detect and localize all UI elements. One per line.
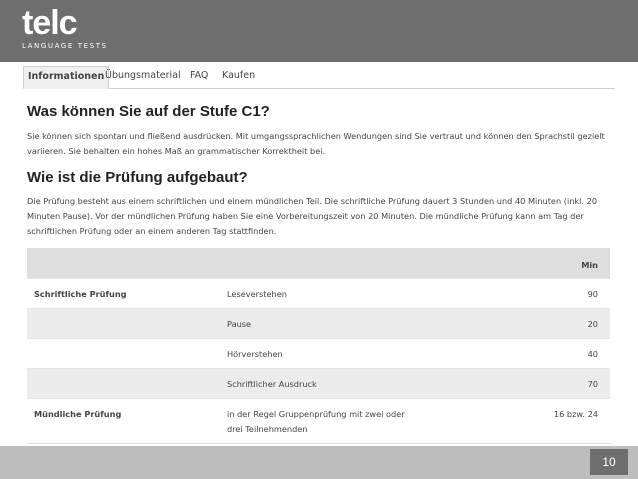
table-row: Schriftlicher Ausdruck 70 bbox=[27, 368, 610, 398]
tab-uebungsmaterial[interactable]: Übungsmaterial bbox=[105, 66, 181, 86]
duration-value: 70 bbox=[587, 379, 598, 389]
table-row: Pause 20 bbox=[27, 308, 610, 338]
component-label: in der Regel Gruppenprüfung mit zwei ode… bbox=[227, 409, 405, 434]
tab-kaufen[interactable]: Kaufen bbox=[222, 66, 255, 86]
table-row: Schriftliche Prüfung Leseverstehen 90 bbox=[27, 278, 610, 308]
tab-faq[interactable]: FAQ bbox=[190, 66, 208, 86]
component-label: Hörverstehen bbox=[227, 349, 283, 359]
component-label: Pause bbox=[227, 319, 252, 329]
duration-value: 40 bbox=[587, 349, 598, 359]
exam-part-label: Schriftliche Prüfung bbox=[34, 289, 127, 299]
section-text-level: Sie können sich spontan und fließend aus… bbox=[27, 131, 605, 156]
page-number-badge: 10 bbox=[590, 449, 628, 475]
footer-bar bbox=[0, 446, 638, 479]
table-header-row: Min bbox=[27, 248, 610, 278]
section-heading-level: Was können Sie auf der Stufe C1? bbox=[27, 103, 270, 120]
section-heading-structure: Wie ist die Prüfung aufgebaut? bbox=[27, 169, 248, 186]
duration-value: 16 bzw. 24 bbox=[553, 409, 598, 419]
table-row: Hörverstehen 40 bbox=[27, 338, 610, 368]
logo-subtitle: LANGUAGE TESTS bbox=[22, 42, 108, 50]
duration-value: 90 bbox=[587, 289, 598, 299]
tab-bar: Informationen Übungsmaterial FAQ Kaufen bbox=[23, 66, 615, 89]
content-panel: Informationen Übungsmaterial FAQ Kaufen … bbox=[23, 62, 615, 446]
telc-logo[interactable]: telc LANGUAGE TESTS bbox=[22, 6, 108, 50]
section-text-structure: Die Prüfung besteht aus einem schriftlic… bbox=[27, 196, 598, 236]
header-bar: telc LANGUAGE TESTS bbox=[0, 0, 638, 62]
tab-informationen[interactable]: Informationen bbox=[23, 66, 110, 89]
duration-value: 20 bbox=[587, 319, 598, 329]
table-row: Mündliche Prüfung in der Regel Gruppenpr… bbox=[27, 398, 610, 443]
exam-part-label: Mündliche Prüfung bbox=[34, 409, 122, 419]
exam-structure-table: Min Schriftliche Prüfung Leseverstehen 9… bbox=[27, 248, 610, 444]
column-header-min: Min bbox=[581, 260, 598, 270]
component-label: Schriftlicher Ausdruck bbox=[227, 379, 317, 389]
component-label: Leseverstehen bbox=[227, 289, 287, 299]
logo-wordmark: telc bbox=[22, 4, 78, 42]
